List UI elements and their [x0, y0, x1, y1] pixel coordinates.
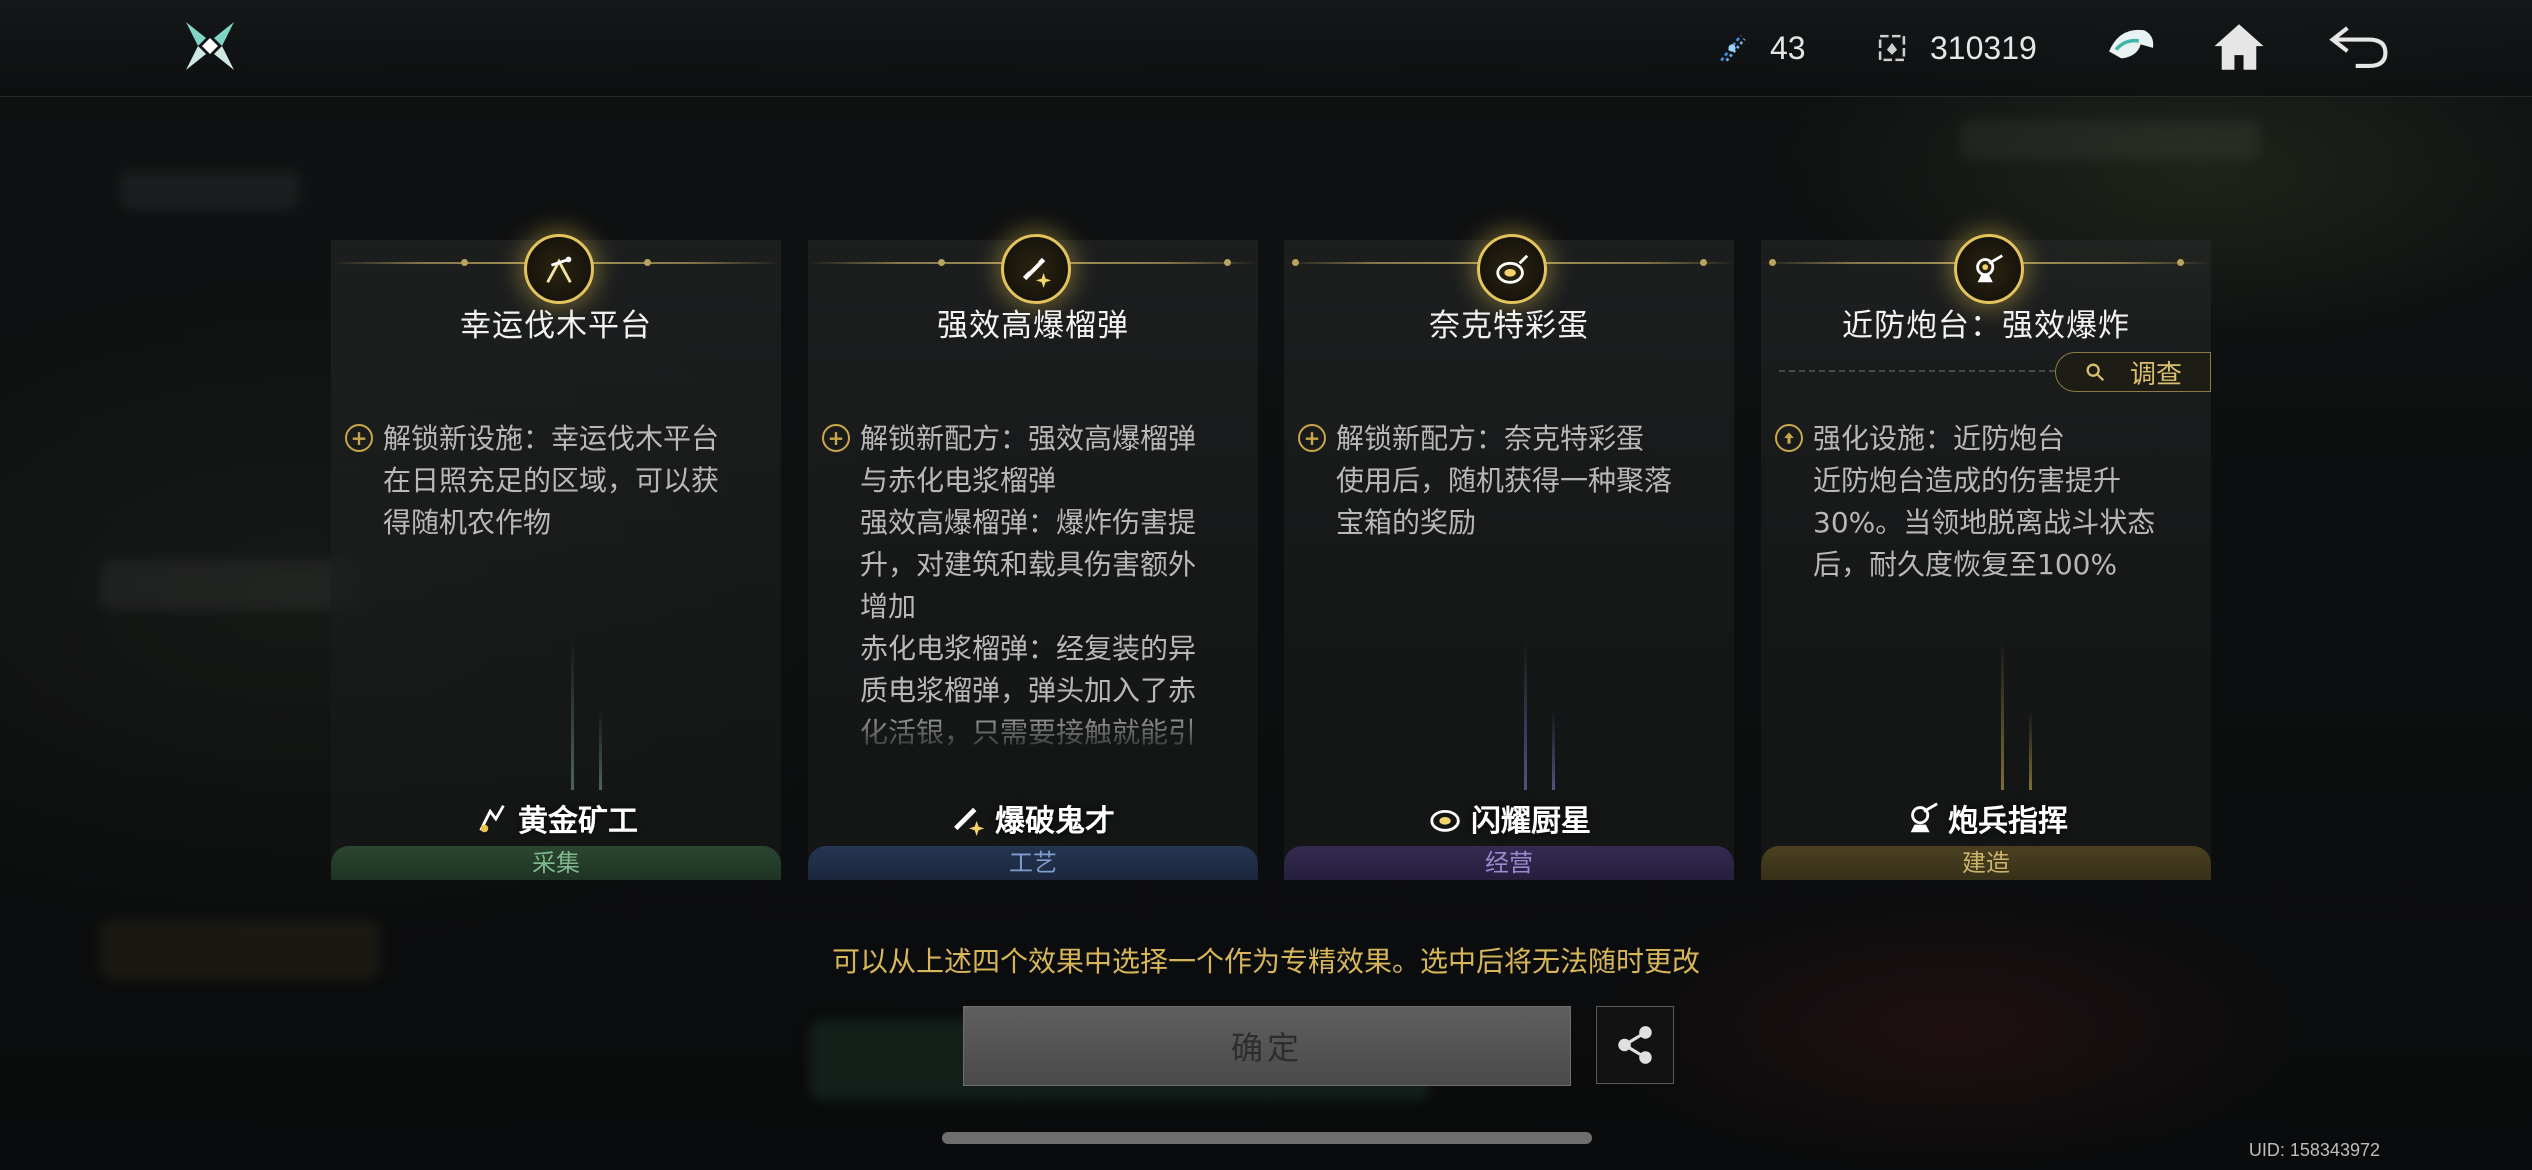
token-icon: [1872, 28, 1912, 68]
specialization-card-2[interactable]: 强效高爆榴弹 + 解锁新配方：强效高爆榴弹 与赤化电浆榴弹 强效高爆榴弹：爆炸伤…: [808, 234, 1258, 880]
role-label: 闪耀厨星: [1284, 796, 1734, 840]
card-description: + 解锁新配方：强效高爆榴弹 与赤化电浆榴弹 强效高爆榴弹：爆炸伤害提 升，对建…: [822, 418, 1242, 758]
home-indicator-bar[interactable]: [942, 1132, 1592, 1144]
card-description: + 解锁新配方：奈克特彩蛋 使用后，随机获得一种聚落 宝箱的奖励: [1298, 418, 1718, 618]
energy-crystal-icon: [1712, 28, 1752, 68]
card-dot: [938, 259, 945, 266]
currency-crystal: 43: [1712, 24, 1806, 72]
card-dot: [461, 259, 468, 266]
card-title: 奈克特彩蛋: [1429, 308, 1589, 344]
role-name: 爆破鬼才: [995, 804, 1115, 839]
card-dot: [2177, 259, 2184, 266]
search-icon: [2086, 363, 2105, 382]
card-description-text: 强化设施：近防炮台 近防炮台造成的伤害提升 30%。当领地脱离战斗状态 后，耐久…: [1813, 422, 2156, 581]
light-beam: [599, 710, 602, 790]
plus-circle-icon: +: [345, 424, 373, 452]
role-label: 炮兵指挥: [1761, 796, 2211, 840]
grenade-icon: [1001, 234, 1071, 304]
background-blur-shape: [120, 170, 300, 210]
light-beam: [2029, 710, 2032, 790]
card-dot: [1769, 259, 1776, 266]
category-tag: 经营: [1284, 846, 1734, 880]
dashed-divider: [1779, 370, 2055, 372]
background-blur-shape: [100, 560, 360, 610]
back-button[interactable]: [2326, 14, 2392, 80]
background-blur-shape: [1960, 120, 2260, 160]
category-tag: 建造: [1761, 846, 2211, 880]
confirm-button[interactable]: 确定: [963, 1006, 1571, 1086]
card-description-text: 解锁新配方：强效高爆榴弹 与赤化电浆榴弹 强效高爆榴弹：爆炸伤害提 升，对建筑和…: [860, 422, 1197, 749]
back-icon: [2329, 26, 2388, 69]
light-beam: [1524, 640, 1527, 790]
currency-crystal-value: 43: [1770, 29, 1806, 66]
investigate-label: 调查: [2129, 359, 2182, 390]
share-icon: [1618, 1026, 1652, 1064]
investigate-button[interactable]: 调查: [2055, 352, 2211, 392]
specialization-card-1[interactable]: 幸运伐木平台 + 解锁新设施：幸运伐木平台 在日照充足的区域，可以获 得随机农作…: [331, 234, 781, 880]
card-title: 强效高爆榴弹: [937, 308, 1129, 344]
selection-hint: 可以从上述四个效果中选择一个作为专精效果。选中后将无法随时更改: [831, 945, 1700, 978]
logging-platform-icon: [524, 234, 594, 304]
card-description: + 解锁新设施：幸运伐木平台 在日照充足的区域，可以获 得随机农作物: [345, 418, 765, 618]
card-description-text: 解锁新设施：幸运伐木平台 在日照充足的区域，可以获 得随机农作物: [383, 422, 720, 539]
gold-miner-icon: [474, 799, 512, 837]
home-icon: [2214, 24, 2264, 70]
mech-helmet-button[interactable]: [2098, 14, 2164, 80]
currency-token: 310319: [1872, 24, 2037, 72]
specialization-card-3[interactable]: 奈克特彩蛋 + 解锁新配方：奈克特彩蛋 使用后，随机获得一种聚落 宝箱的奖励 闪…: [1284, 234, 1734, 880]
confirm-label: 确定: [1230, 1029, 1303, 1067]
card-description: 强化设施：近防炮台 近防炮台造成的伤害提升 30%。当领地脱离战斗状态 后，耐久…: [1775, 418, 2195, 618]
card-title: 幸运伐木平台: [460, 308, 652, 344]
card-dot: [644, 259, 651, 266]
artillery-commander-icon: [1904, 799, 1942, 837]
category-tag: 采集: [331, 846, 781, 880]
role-name: 闪耀厨星: [1471, 804, 1591, 839]
turret-icon: [1954, 234, 2024, 304]
chef-icon: [1427, 799, 1465, 837]
category-tag: 工艺: [808, 846, 1258, 880]
light-beam: [1552, 710, 1555, 790]
home-button[interactable]: [2206, 14, 2272, 80]
light-beam: [571, 640, 574, 790]
currency-token-value: 310319: [1930, 29, 2037, 66]
share-button[interactable]: [1596, 1006, 1674, 1084]
card-description-text: 解锁新配方：奈克特彩蛋 使用后，随机获得一种聚落 宝箱的奖励: [1336, 422, 1673, 539]
upgrade-icon: [1775, 424, 1803, 452]
card-dot: [1224, 259, 1231, 266]
game-logo-icon: [180, 16, 240, 76]
light-beam: [2001, 640, 2004, 790]
role-label: 爆破鬼才: [808, 796, 1258, 840]
plus-circle-icon: +: [822, 424, 850, 452]
specialization-card-4[interactable]: 近防炮台：强效爆炸 调查 强化设施：近防炮台 近防炮台造成的伤害提升 30%。当…: [1761, 234, 2211, 880]
demolition-icon: [951, 799, 989, 837]
mech-helmet-icon: [2109, 29, 2154, 59]
top-bar: 43 310319: [0, 0, 2532, 97]
user-id: UID: 158343972: [2248, 1140, 2380, 1160]
card-title: 近防炮台：强效爆炸: [1842, 308, 2130, 344]
card-dot: [1700, 259, 1707, 266]
role-label: 黄金矿工: [331, 796, 781, 840]
card-dot: [1292, 259, 1299, 266]
role-name: 炮兵指挥: [1948, 804, 2068, 839]
role-name: 黄金矿工: [518, 804, 638, 839]
plus-circle-icon: +: [1298, 424, 1326, 452]
frying-pan-icon: [1477, 234, 1547, 304]
